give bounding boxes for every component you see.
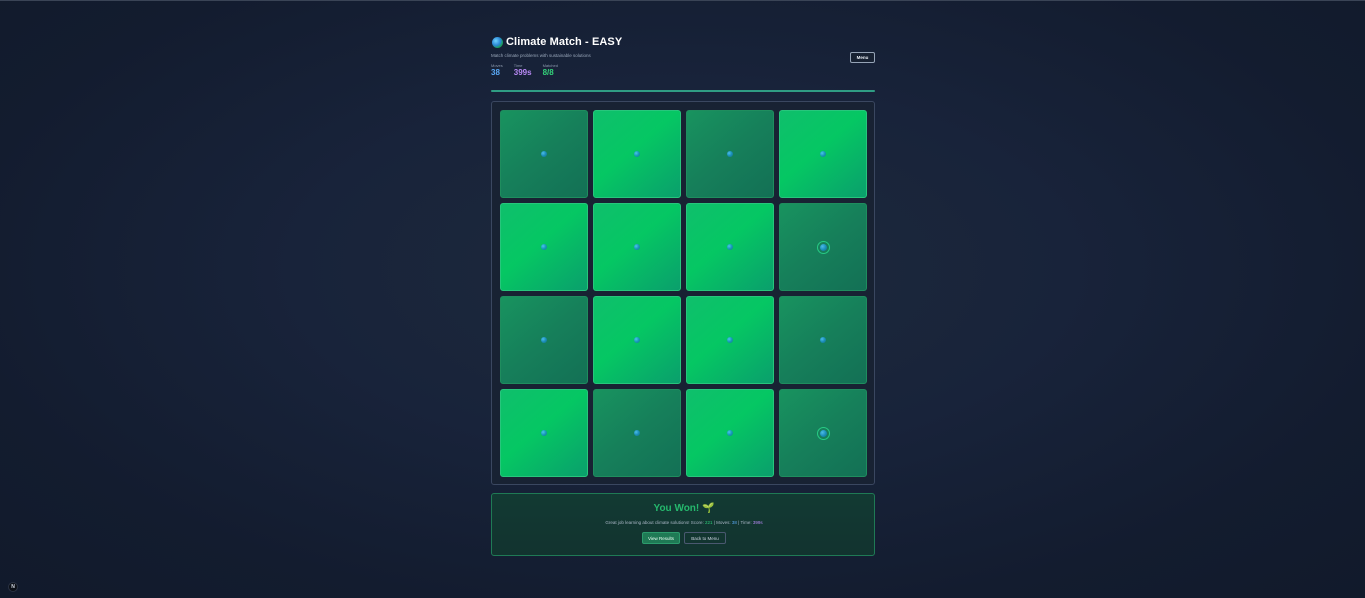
memory-card[interactable] bbox=[500, 296, 588, 384]
orb-icon bbox=[820, 337, 826, 343]
globe-icon bbox=[492, 36, 503, 48]
orb-icon bbox=[634, 337, 640, 343]
memory-card[interactable] bbox=[779, 203, 867, 291]
orb-icon bbox=[727, 430, 733, 436]
orb-icon bbox=[541, 337, 547, 343]
win-time-prefix: | Time: bbox=[736, 520, 753, 525]
memory-card[interactable] bbox=[686, 389, 774, 477]
game-board bbox=[491, 101, 875, 485]
corner-badge[interactable]: N bbox=[8, 582, 18, 592]
memory-card[interactable] bbox=[593, 203, 681, 291]
stat-time: Time 399s bbox=[514, 63, 532, 78]
orb-icon bbox=[820, 151, 826, 157]
stat-matched: Matched 8/8 bbox=[543, 63, 558, 78]
page-subtitle: Match climate problems with sustainable … bbox=[491, 53, 591, 58]
win-moves-prefix: | Moves: bbox=[712, 520, 732, 525]
title-row: Climate Match - EASY bbox=[492, 36, 622, 48]
back-to-menu-button[interactable]: Back to Menu bbox=[684, 532, 726, 544]
memory-card[interactable] bbox=[500, 389, 588, 477]
orb-icon bbox=[634, 151, 640, 157]
orb-icon bbox=[727, 151, 733, 157]
win-summary: Great job learning about climate solutio… bbox=[492, 520, 876, 525]
memory-card[interactable] bbox=[686, 110, 774, 198]
memory-card[interactable] bbox=[593, 110, 681, 198]
page-title: Climate Match - EASY bbox=[506, 36, 623, 48]
stats-bar: Moves 38 Time 399s Matched 8/8 bbox=[491, 63, 558, 78]
memory-card[interactable] bbox=[779, 110, 867, 198]
memory-card[interactable] bbox=[500, 203, 588, 291]
memory-card[interactable] bbox=[686, 296, 774, 384]
win-summary-prefix: Great job learning about climate solutio… bbox=[605, 520, 705, 525]
win-panel: You Won! 🌱 Great job learning about clim… bbox=[491, 493, 875, 556]
progress-bar bbox=[491, 90, 875, 92]
stat-moves-value: 38 bbox=[491, 68, 500, 77]
matched-orb-icon bbox=[816, 426, 830, 440]
top-border bbox=[0, 0, 1365, 1]
memory-card[interactable] bbox=[593, 296, 681, 384]
memory-card[interactable] bbox=[779, 296, 867, 384]
memory-card[interactable] bbox=[500, 110, 588, 198]
game-header: Climate Match - EASY Match climate probl… bbox=[491, 34, 875, 84]
orb-icon bbox=[541, 244, 547, 250]
memory-card[interactable] bbox=[686, 203, 774, 291]
matched-orb-icon bbox=[816, 240, 830, 254]
orb-icon bbox=[727, 337, 733, 343]
win-actions: View Results Back to Menu bbox=[492, 532, 876, 544]
stat-time-value: 399s bbox=[513, 68, 532, 77]
menu-button[interactable]: Menu bbox=[850, 52, 875, 63]
stat-moves: Moves 38 bbox=[491, 63, 503, 78]
memory-card[interactable] bbox=[779, 389, 867, 477]
memory-card[interactable] bbox=[593, 389, 681, 477]
stat-matched-value: 8/8 bbox=[542, 68, 554, 77]
view-results-button[interactable]: View Results bbox=[642, 532, 680, 544]
orb-icon bbox=[634, 430, 640, 436]
orb-icon bbox=[727, 244, 733, 250]
orb-icon bbox=[541, 430, 547, 436]
win-time: 399s bbox=[752, 520, 763, 525]
orb-icon bbox=[634, 244, 640, 250]
orb-icon bbox=[541, 151, 547, 157]
win-title: You Won! 🌱 bbox=[653, 503, 715, 514]
progress-fill bbox=[491, 90, 875, 92]
